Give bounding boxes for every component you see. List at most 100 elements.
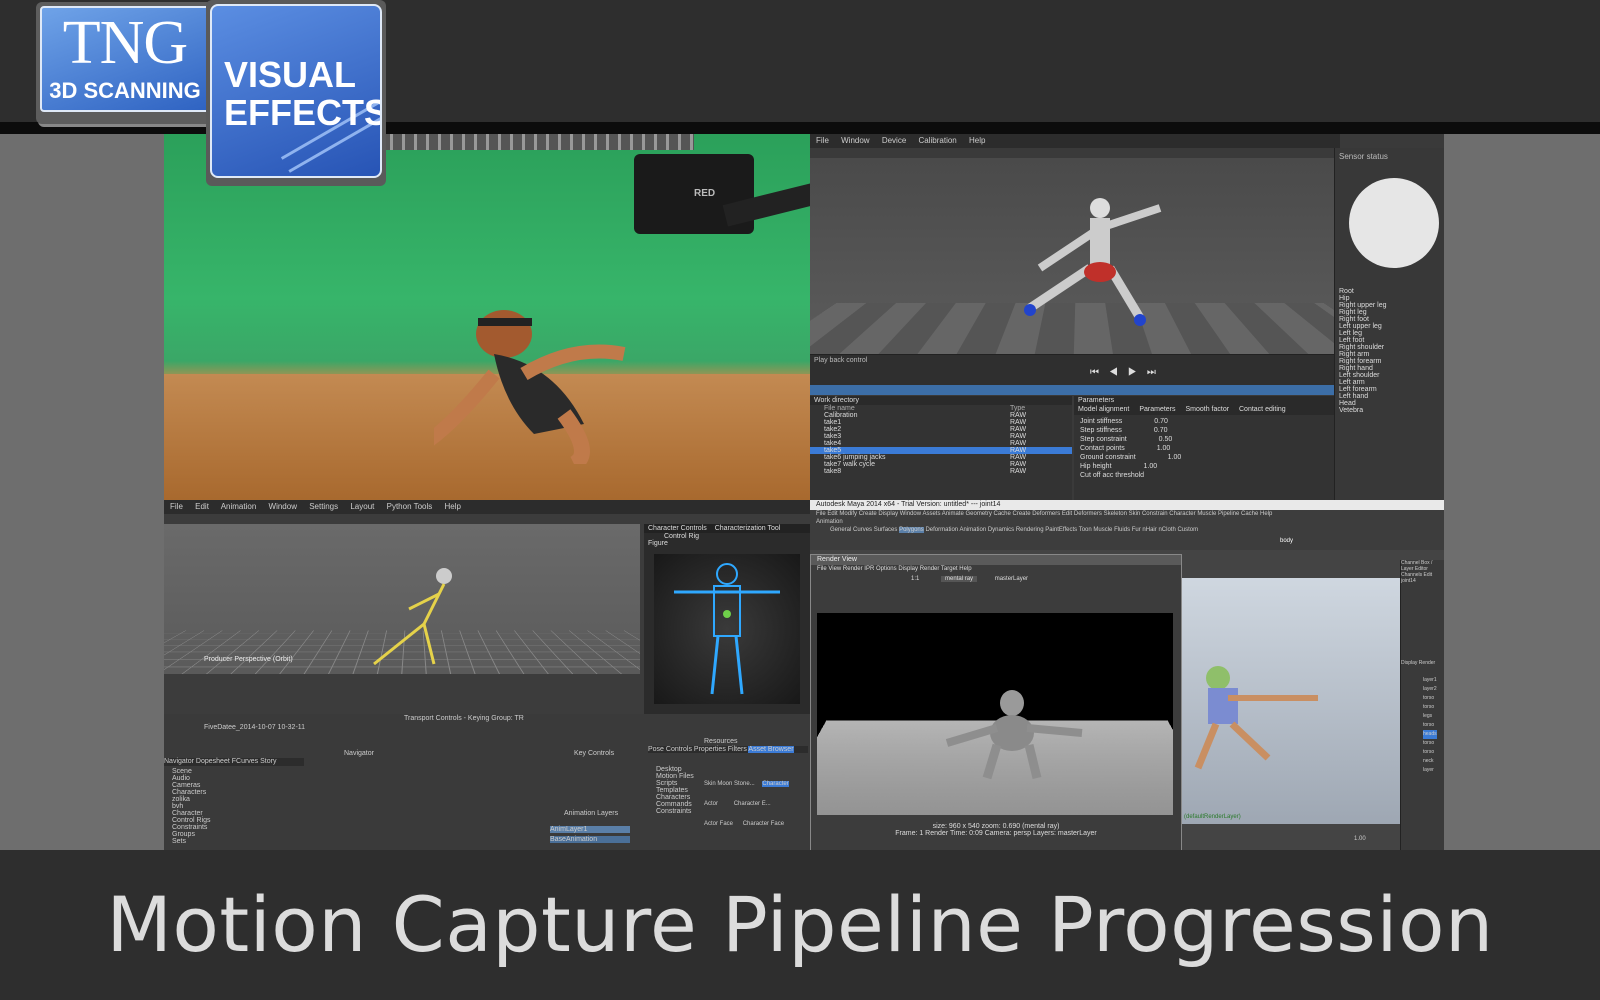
tree-item[interactable]: Vetebra — [1339, 407, 1441, 414]
layer-item[interactable]: neck — [1423, 757, 1437, 766]
tree-item[interactable]: Templates — [648, 787, 698, 794]
tab-dopesheet[interactable]: Dopesheet — [196, 758, 230, 765]
file-row[interactable]: Calibration RAW — [810, 412, 1072, 419]
shelf-tab[interactable]: Curves — [853, 527, 872, 533]
menu-item[interactable]: File — [816, 136, 829, 145]
tree-item[interactable]: Groups — [164, 831, 234, 838]
menu-item[interactable]: Options — [876, 566, 897, 572]
take-name[interactable]: FiveDatee_2014-10-07 10-32-11 — [164, 723, 810, 732]
layer-item[interactable]: torso — [1423, 721, 1437, 730]
mocap-3d-viewport[interactable] — [810, 158, 1334, 354]
tree-item[interactable]: Right shoulder — [1339, 344, 1441, 351]
tab-contact-editing[interactable]: Contact editing — [1239, 406, 1286, 413]
layer-item[interactable]: heads — [1423, 730, 1437, 739]
menu-item[interactable]: Window — [269, 502, 297, 511]
tree-item[interactable]: Left leg — [1339, 330, 1441, 337]
tree-item[interactable]: Constraints — [648, 808, 698, 815]
tree-item[interactable]: zolika — [164, 796, 234, 803]
figure-tab[interactable]: Figure — [644, 540, 810, 547]
layer-item[interactable]: layer2 — [1423, 685, 1437, 694]
frame-end-field[interactable]: 1.00 — [1354, 836, 1366, 842]
tab-pose-controls[interactable]: Pose Controls — [648, 746, 692, 753]
shelf-tab[interactable]: Toon — [1079, 527, 1092, 533]
tab-character-controls[interactable]: Character Controls — [648, 525, 707, 532]
anim-layer-row[interactable]: BaseAnimation — [550, 836, 630, 843]
tree-item[interactable]: Right foot — [1339, 316, 1441, 323]
file-row[interactable]: take7 walk cycle RAW — [810, 461, 1072, 468]
menu-item[interactable]: File — [170, 502, 183, 511]
playback-timeline[interactable] — [810, 385, 1334, 395]
shelf-tab[interactable]: nHair — [1142, 527, 1156, 533]
shelf-tab[interactable]: Surfaces — [874, 527, 898, 533]
shelf-tab[interactable]: Animation — [959, 527, 986, 533]
menu-item[interactable]: Window — [900, 511, 921, 517]
tree-item[interactable]: Left hand — [1339, 393, 1441, 400]
tree-item[interactable]: Root — [1339, 288, 1441, 295]
menu-item[interactable]: Animate — [942, 511, 964, 517]
shelf-tab[interactable]: Muscle — [1093, 527, 1112, 533]
menu-item[interactable]: Constrain — [1142, 511, 1168, 517]
menu-item[interactable]: Help — [1260, 511, 1272, 517]
layer-item[interactable]: legs — [1423, 712, 1437, 721]
menu-item[interactable]: Python Tools — [387, 502, 433, 511]
tree-item[interactable]: Character — [164, 810, 234, 817]
layer-item[interactable]: layer1 — [1423, 676, 1437, 685]
tree-item[interactable]: Right arm — [1339, 351, 1441, 358]
menu-item[interactable]: Muscle — [1197, 511, 1216, 517]
tree-item[interactable]: Right hand — [1339, 365, 1441, 372]
menu-item[interactable]: Assets — [922, 511, 940, 517]
menu-item[interactable]: Edit — [195, 502, 209, 511]
tab-display[interactable]: Display — [1401, 660, 1417, 666]
file-row[interactable]: take2 RAW — [810, 426, 1072, 433]
control-rig-toggle[interactable]: Control Rig — [644, 533, 810, 540]
menu-item[interactable]: Skeleton — [1104, 511, 1127, 517]
mb-3d-viewer[interactable]: Producer Perspective (Orbit) — [164, 524, 640, 674]
shelf-tab[interactable]: Polygons — [899, 527, 924, 533]
menu-item[interactable]: View — [828, 566, 841, 572]
menu-item[interactable]: Help — [445, 502, 461, 511]
tab-parameters[interactable]: Parameters — [1139, 406, 1175, 413]
menu-item[interactable]: Display — [878, 511, 898, 517]
shelf-body-button[interactable]: body — [1280, 538, 1293, 544]
file-row[interactable]: take1 RAW — [810, 419, 1072, 426]
tab-filters[interactable]: Filters — [728, 746, 747, 753]
file-row[interactable]: take3 RAW — [810, 433, 1072, 440]
menu-item[interactable]: Display — [898, 566, 918, 572]
tree-item[interactable]: Left shoulder — [1339, 372, 1441, 379]
tree-item[interactable]: Characters — [648, 794, 698, 801]
menu-item[interactable]: IPR — [864, 566, 874, 572]
mode-selector[interactable]: Animation — [810, 518, 1444, 526]
menu-item[interactable]: Render — [843, 566, 863, 572]
tree-item[interactable]: Hip — [1339, 295, 1441, 302]
tree-item[interactable]: Characters — [164, 789, 234, 796]
asset-icon[interactable]: Skin Moon Stone... — [704, 781, 755, 787]
menu-item[interactable]: Animation — [221, 502, 257, 511]
layer-item[interactable]: layer — [1423, 766, 1437, 775]
tab-characterization-tool[interactable]: Characterization Tool — [715, 525, 781, 532]
tab-properties[interactable]: Properties — [694, 746, 726, 753]
tree-item[interactable]: Right forearm — [1339, 358, 1441, 365]
menu-item[interactable]: Geometry Cache — [965, 511, 1010, 517]
tree-item[interactable]: Commands — [648, 801, 698, 808]
layer-item[interactable]: torso — [1423, 748, 1437, 757]
zoom-ratio[interactable]: 1:1 — [911, 576, 919, 582]
menu-item[interactable]: Edit Deformers — [1062, 511, 1102, 517]
tab-asset-browser[interactable]: Asset Browser — [748, 746, 794, 753]
shelf-tab[interactable]: Rendering — [1016, 527, 1044, 533]
menu-item[interactable]: Render Target — [920, 566, 958, 572]
layer-item[interactable]: torso — [1423, 694, 1437, 703]
renderer-select[interactable]: mental ray — [941, 576, 978, 582]
tree-item[interactable]: Right leg — [1339, 309, 1441, 316]
tree-item[interactable]: Desktop — [648, 766, 698, 773]
tree-item[interactable]: Left foot — [1339, 337, 1441, 344]
shelf-tab[interactable]: Custom — [1177, 527, 1198, 533]
menu-item[interactable]: Edit — [827, 511, 837, 517]
menu-item[interactable]: Calibration — [919, 136, 957, 145]
menu-item[interactable]: Create Deformers — [1013, 511, 1061, 517]
tab-fcurves[interactable]: FCurves — [232, 758, 258, 765]
tree-item[interactable]: Right upper leg — [1339, 302, 1441, 309]
file-row-selected[interactable]: take5 RAW — [810, 447, 1072, 454]
tree-item[interactable]: Cameras — [164, 782, 234, 789]
asset-icon[interactable]: Character — [762, 781, 789, 787]
tree-item[interactable]: Scene — [164, 768, 234, 775]
